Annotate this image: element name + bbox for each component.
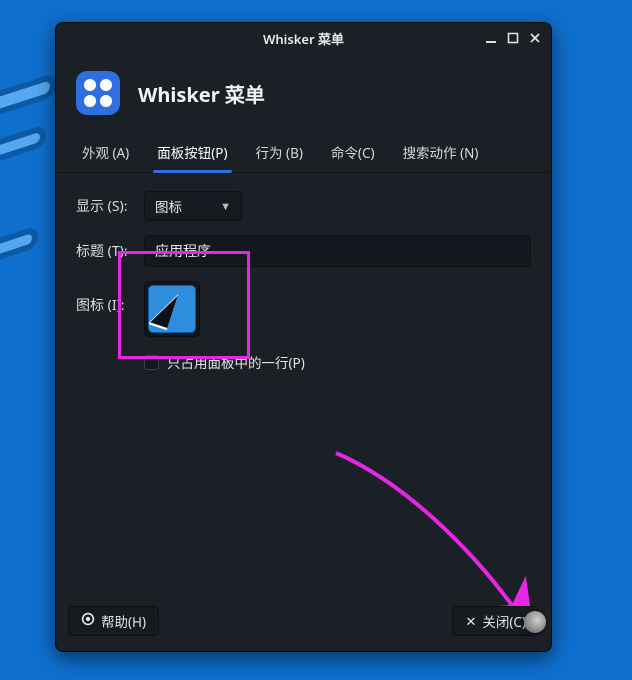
close-icon — [529, 32, 541, 44]
close-button-label: 关闭(C) — [482, 611, 526, 631]
title-row: 标题 (T): 应用程序 — [76, 235, 531, 267]
tab-content-panel-button: 显示 (S): 图标 ▼ 标题 (T): 应用程序 图标 (I): — [56, 173, 551, 601]
minimize-button[interactable] — [481, 28, 501, 48]
dialog-header: Whisker 菜单 — [56, 53, 551, 133]
cursor-busy-icon — [524, 611, 546, 633]
single-row-option[interactable]: 只占用面板中的一行(P) — [144, 352, 305, 372]
whisker-menu-preferences-window: Whisker 菜单 Whisker 菜单 外观 (A) 面板按钮(P) 行为 … — [55, 22, 552, 652]
icon-label: 图标 (I): — [76, 281, 144, 315]
wallpaper-stroke — [0, 233, 32, 257]
whisker-menu-logo-icon — [76, 71, 120, 115]
window-controls — [481, 23, 545, 53]
display-label: 显示 (S): — [76, 196, 144, 216]
dialog-title: Whisker 菜单 — [138, 79, 265, 108]
icon-row: 图标 (I): 只占用面板中的一行(P) — [76, 281, 531, 372]
close-icon: ✕ — [465, 612, 476, 630]
title-input[interactable]: 应用程序 — [144, 235, 531, 267]
minimize-icon — [485, 32, 497, 44]
tab-appearance[interactable]: 外观 (A) — [70, 133, 141, 172]
tab-panel-button[interactable]: 面板按钮(P) — [145, 133, 239, 172]
icon-chooser-button[interactable] — [144, 281, 200, 337]
display-row: 显示 (S): 图标 ▼ — [76, 191, 531, 221]
tab-behavior[interactable]: 行为 (B) — [244, 133, 315, 172]
maximize-button[interactable] — [503, 28, 523, 48]
wallpaper-stroke — [0, 80, 50, 111]
window-title: Whisker 菜单 — [263, 29, 344, 48]
tab-search-actions[interactable]: 搜索动作 (N) — [391, 133, 491, 172]
close-dialog-button[interactable]: ✕ 关闭(C) — [452, 606, 539, 636]
icon-preview — [148, 285, 196, 333]
display-select-value: 图标 — [155, 196, 182, 216]
help-button-label: 帮助(H) — [101, 611, 146, 631]
dialog-footer: 帮助(H) ✕ 关闭(C) — [56, 601, 551, 651]
wallpaper-stroke — [0, 132, 40, 158]
display-select[interactable]: 图标 ▼ — [144, 191, 242, 221]
help-icon — [81, 612, 95, 630]
single-row-label: 只占用面板中的一行(P) — [167, 352, 305, 372]
titlebar: Whisker 菜单 — [56, 23, 551, 53]
maximize-icon — [507, 32, 519, 44]
help-button[interactable]: 帮助(H) — [68, 606, 159, 636]
close-button[interactable] — [525, 28, 545, 48]
single-row-checkbox[interactable] — [144, 355, 159, 370]
tab-commands[interactable]: 命令(C) — [319, 133, 387, 172]
tab-bar: 外观 (A) 面板按钮(P) 行为 (B) 命令(C) 搜索动作 (N) — [56, 133, 551, 173]
title-label: 标题 (T): — [76, 241, 144, 261]
title-input-value: 应用程序 — [155, 241, 211, 261]
chevron-down-icon: ▼ — [220, 199, 231, 214]
